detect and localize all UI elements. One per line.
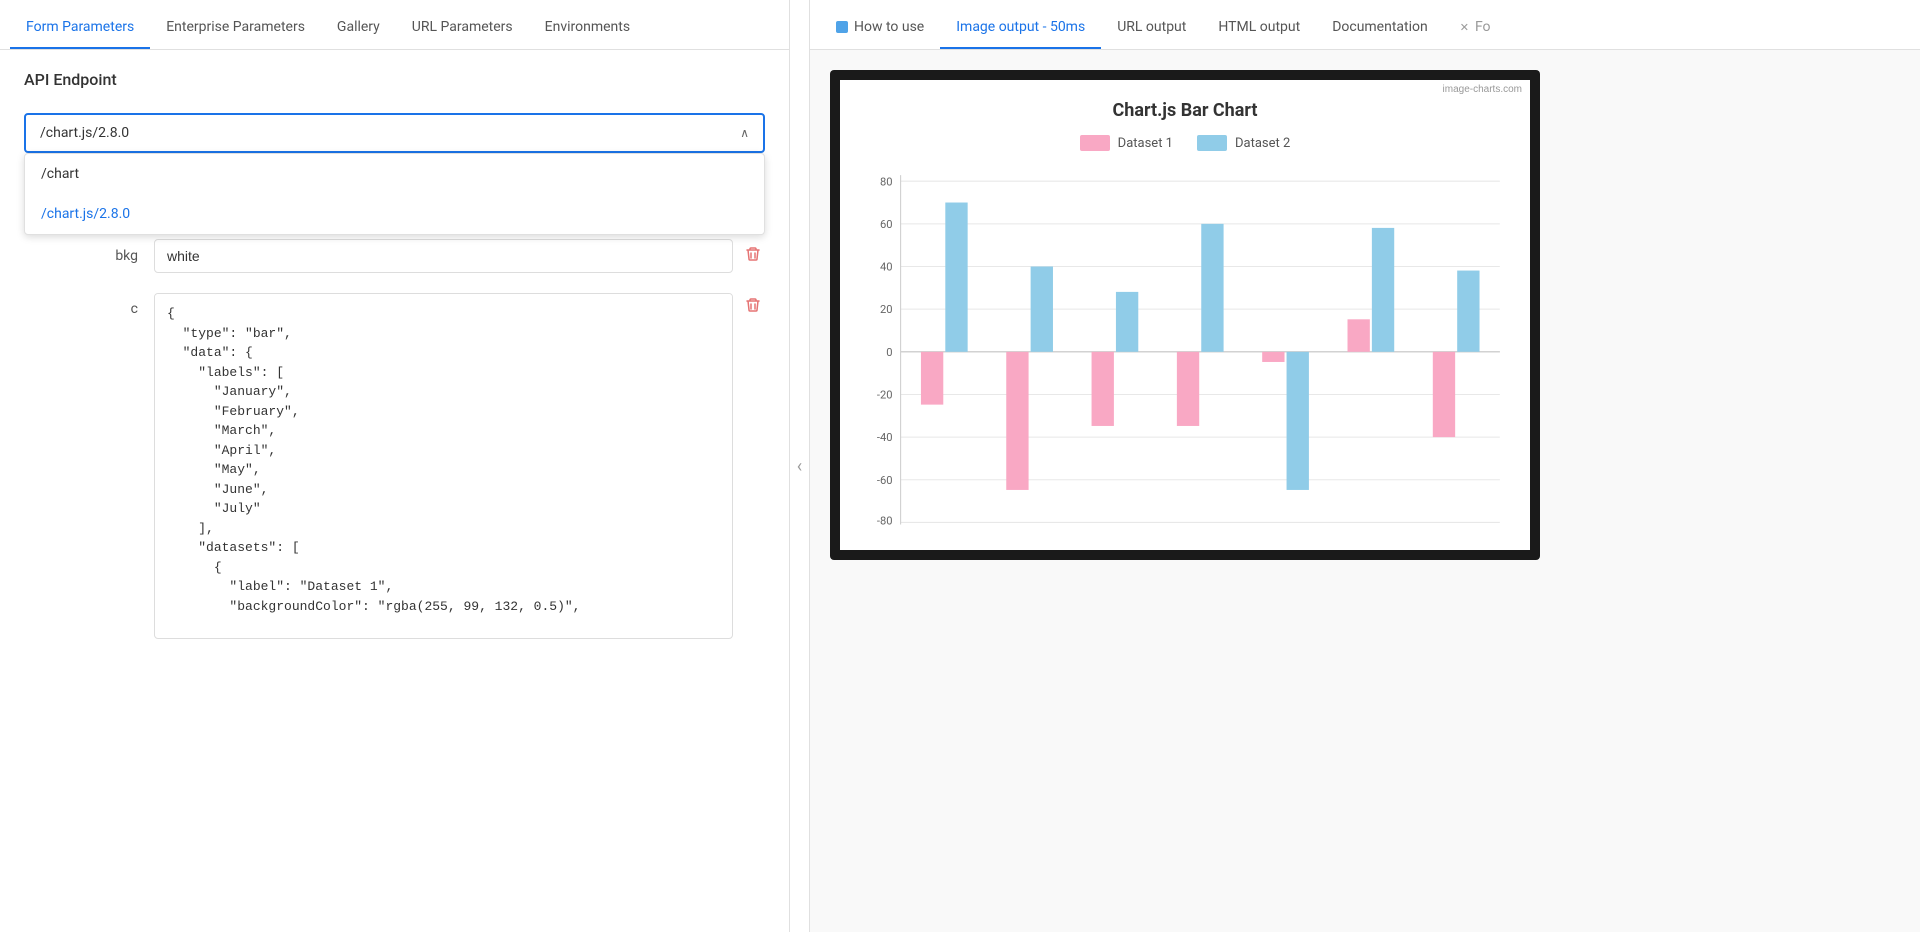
legend-dataset2: Dataset 2: [1197, 135, 1290, 151]
chart-plot-area: 80 60 40 20 0 -20 -40 -60 -80: [860, 167, 1510, 526]
api-endpoint-dropdown-container: /chart.js/2.8.0 ∧ /chart /chart.js/2.8.0: [24, 113, 765, 153]
tab-url-parameters[interactable]: URL Parameters: [396, 7, 529, 49]
svg-text:0: 0: [886, 346, 892, 359]
dropdown-wrapper: /chart.js/2.8.0 ∧: [24, 113, 765, 153]
left-panel: Form Parameters Enterprise Parameters Ga…: [0, 0, 790, 932]
tab-fo[interactable]: ✕ Fo: [1444, 7, 1507, 49]
tab-fo-close-icon: ✕: [1460, 21, 1469, 34]
bar-mar-d2: [1116, 292, 1138, 352]
bkg-label: bkg: [24, 248, 154, 264]
tab-html-output-label: HTML output: [1218, 19, 1300, 35]
svg-text:60: 60: [880, 218, 893, 231]
code-field-c: c { "type": "bar", "data": { "labels": […: [24, 293, 765, 639]
how-to-use-indicator: [836, 21, 848, 33]
code-editor[interactable]: { "type": "bar", "data": { "labels": [ "…: [155, 294, 732, 634]
bar-jan-d1: [921, 352, 943, 405]
bar-may-d1: [1262, 352, 1284, 362]
bkg-field: bkg: [24, 239, 765, 273]
legend-dataset1: Dataset 1: [1080, 135, 1173, 151]
tab-gallery[interactable]: Gallery: [321, 7, 396, 49]
svg-text:-20: -20: [877, 389, 893, 402]
tab-how-to-use[interactable]: How to use: [820, 7, 940, 49]
bkg-delete-button[interactable]: [741, 242, 765, 270]
legend-dataset1-label: Dataset 1: [1118, 136, 1173, 151]
dropdown-trigger[interactable]: /chart.js/2.8.0 ∧: [24, 113, 765, 153]
api-endpoint-title: API Endpoint: [24, 70, 765, 89]
legend-dataset2-color: [1197, 135, 1227, 151]
tab-documentation[interactable]: Documentation: [1316, 7, 1444, 49]
bar-mar-d1: [1092, 352, 1114, 426]
tab-image-output[interactable]: Image output - 50ms: [940, 7, 1101, 49]
bkg-input-wrapper: [154, 239, 733, 273]
code-delete-button[interactable]: [741, 293, 765, 321]
svg-text:-80: -80: [877, 514, 893, 526]
chevron-up-icon: ∧: [740, 126, 749, 140]
bar-jan-d2: [945, 203, 967, 352]
bar-feb-d2: [1031, 267, 1053, 352]
chart-svg: 80 60 40 20 0 -20 -40 -60 -80: [860, 167, 1510, 526]
svg-text:-60: -60: [877, 474, 893, 487]
left-content: API Endpoint /chart.js/2.8.0 ∧ /chart /c…: [0, 50, 789, 932]
right-content: image-charts.com Chart.js Bar Chart Data…: [810, 50, 1920, 932]
tab-environments[interactable]: Environments: [529, 7, 646, 49]
code-editor-wrapper: { "type": "bar", "data": { "labels": [ "…: [154, 293, 733, 639]
panel-collapse-button[interactable]: ‹: [790, 0, 810, 932]
svg-text:-40: -40: [877, 431, 893, 444]
bar-apr-d2: [1201, 224, 1223, 352]
right-panel: How to use Image output - 50ms URL outpu…: [810, 0, 1920, 932]
code-label-c: c: [24, 293, 154, 317]
dropdown-menu: /chart /chart.js/2.8.0: [24, 153, 765, 235]
bar-jul-d2: [1457, 271, 1479, 352]
chart-container: image-charts.com Chart.js Bar Chart Data…: [830, 70, 1540, 560]
tab-how-to-use-label: How to use: [854, 19, 924, 35]
dropdown-value: /chart.js/2.8.0: [40, 125, 129, 141]
chart-title: Chart.js Bar Chart: [860, 100, 1510, 121]
bar-may-d2: [1287, 352, 1309, 490]
tab-form-parameters[interactable]: Form Parameters: [10, 7, 150, 49]
chart-watermark: image-charts.com: [1443, 84, 1522, 95]
svg-text:20: 20: [880, 303, 893, 316]
bar-jun-d1: [1348, 319, 1370, 352]
legend-dataset2-label: Dataset 2: [1235, 136, 1290, 151]
dropdown-option-chartjs[interactable]: /chart.js/2.8.0: [25, 194, 764, 234]
legend-dataset1-color: [1080, 135, 1110, 151]
svg-text:80: 80: [880, 175, 893, 188]
tab-image-output-label: Image output - 50ms: [956, 19, 1085, 35]
tab-enterprise-parameters[interactable]: Enterprise Parameters: [150, 7, 321, 49]
right-tabs: How to use Image output - 50ms URL outpu…: [810, 0, 1920, 50]
tab-documentation-label: Documentation: [1332, 19, 1428, 35]
collapse-icon: ‹: [797, 456, 802, 477]
bar-jun-d2: [1372, 228, 1394, 352]
tab-url-output[interactable]: URL output: [1101, 7, 1202, 49]
chart-legend: Dataset 1 Dataset 2: [860, 135, 1510, 151]
bar-feb-d1: [1006, 352, 1028, 490]
bkg-input[interactable]: [154, 239, 733, 273]
svg-text:40: 40: [880, 261, 893, 274]
tab-html-output[interactable]: HTML output: [1202, 7, 1316, 49]
bar-jul-d1: [1433, 352, 1455, 437]
tab-fo-label: Fo: [1475, 19, 1491, 35]
chart-inner: Chart.js Bar Chart Dataset 1 Dataset 2: [840, 80, 1530, 550]
dropdown-option-chart[interactable]: /chart: [25, 154, 764, 194]
tab-url-output-label: URL output: [1117, 19, 1186, 35]
left-tabs: Form Parameters Enterprise Parameters Ga…: [0, 0, 789, 50]
bar-apr-d1: [1177, 352, 1199, 426]
